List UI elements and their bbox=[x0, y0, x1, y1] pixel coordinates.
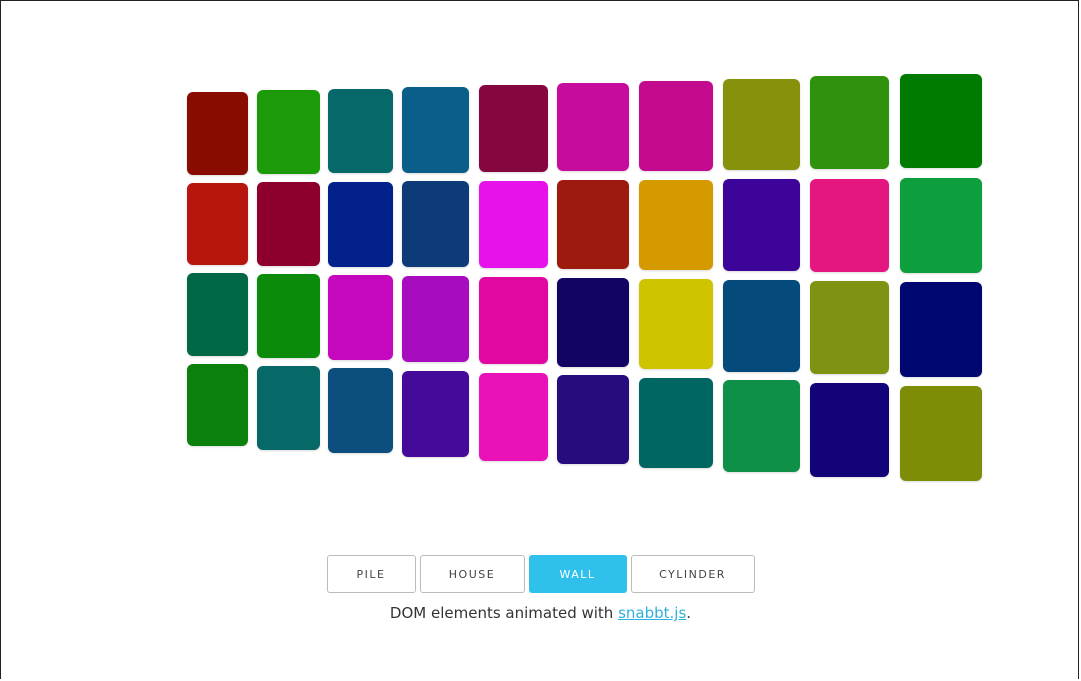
color-tile bbox=[187, 273, 248, 356]
caption-suffix: . bbox=[686, 604, 692, 622]
color-tile bbox=[402, 276, 469, 363]
caption: DOM elements animated with snabbt.js. bbox=[0, 604, 1081, 622]
color-tile bbox=[810, 281, 889, 375]
color-tile bbox=[639, 279, 713, 370]
layout-controls: PILE HOUSE WALL CYLINDER bbox=[0, 555, 1081, 593]
tile-wall bbox=[0, 0, 1081, 540]
color-tile bbox=[402, 370, 469, 457]
color-tile bbox=[187, 92, 248, 175]
color-tile bbox=[639, 179, 713, 270]
color-tile bbox=[328, 368, 393, 454]
color-tile bbox=[557, 180, 629, 270]
color-tile bbox=[900, 385, 982, 482]
color-tile bbox=[402, 86, 469, 173]
pile-button[interactable]: PILE bbox=[326, 555, 416, 593]
caption-prefix: DOM elements animated with bbox=[389, 604, 619, 622]
color-tile bbox=[257, 366, 320, 450]
color-tile bbox=[328, 275, 393, 360]
house-button[interactable]: HOUSE bbox=[419, 555, 525, 593]
color-tile bbox=[479, 180, 548, 269]
color-tile bbox=[810, 76, 889, 170]
color-tile bbox=[479, 372, 548, 461]
color-tile bbox=[557, 375, 629, 465]
color-tile bbox=[479, 277, 548, 365]
color-tile bbox=[900, 282, 982, 377]
color-tile bbox=[479, 84, 548, 173]
color-tile bbox=[723, 280, 800, 372]
color-tile bbox=[328, 88, 393, 174]
color-tile bbox=[810, 178, 889, 272]
color-tile bbox=[639, 377, 713, 469]
color-tile bbox=[257, 182, 320, 267]
cylinder-button[interactable]: CYLINDER bbox=[630, 555, 755, 593]
color-tile bbox=[328, 181, 393, 267]
color-tile bbox=[723, 380, 800, 473]
color-tile bbox=[810, 383, 889, 477]
color-tile bbox=[900, 74, 982, 169]
color-tile bbox=[187, 182, 248, 266]
color-tile bbox=[900, 178, 982, 273]
color-tile bbox=[557, 82, 629, 172]
snabbt-link[interactable]: snabbt.js bbox=[618, 604, 686, 622]
color-tile bbox=[187, 363, 248, 447]
color-tile bbox=[723, 78, 800, 170]
color-tile bbox=[639, 80, 713, 171]
color-tile bbox=[723, 179, 800, 271]
wall-button[interactable]: WALL bbox=[528, 555, 627, 593]
color-tile bbox=[257, 90, 320, 175]
color-tile bbox=[257, 274, 320, 358]
color-tile bbox=[557, 278, 629, 367]
color-tile bbox=[402, 181, 469, 268]
